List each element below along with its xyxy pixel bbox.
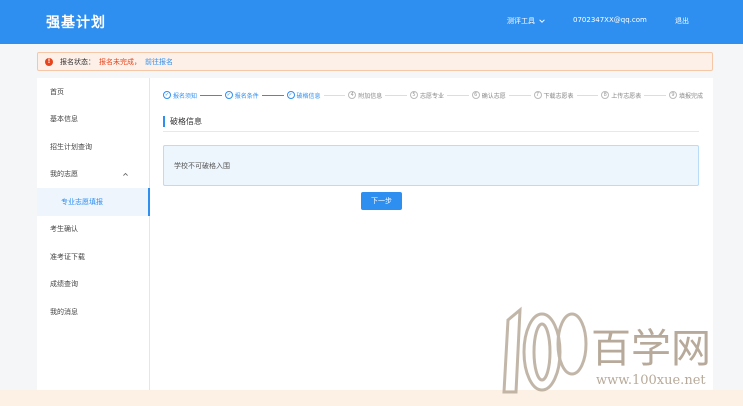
- step-connector: [447, 94, 469, 96]
- step-connector: [385, 94, 407, 96]
- step-connector: [200, 94, 222, 96]
- bottom-strip: [0, 390, 743, 406]
- registration-status-alert: ! 报名状态： 报名未完成， 前往报名: [37, 52, 713, 71]
- progress-steps: ✓ 报名须知 ✓ 报名条件 ✓ 破格信息 4 附加信息 5 志愿专业 6 确认志愿 7 下载志…: [163, 90, 703, 100]
- step-connector: [576, 94, 599, 96]
- user-email: 0702347XX@qq.com: [573, 16, 647, 24]
- logout-link[interactable]: 退出: [675, 16, 689, 26]
- step-connector: [323, 94, 346, 96]
- alert-label: 报名状态：: [60, 57, 95, 66]
- step-connector: [261, 94, 284, 96]
- sidebar-item-my-preferences[interactable]: 我的志愿: [37, 161, 149, 189]
- info-box: 学校不可破格入围: [163, 145, 699, 186]
- step-4: 4 附加信息: [348, 91, 382, 100]
- step-3: ✓ 破格信息: [286, 91, 321, 100]
- main-content: ✓ 报名须知 ✓ 报名条件 ✓ 破格信息 4 附加信息 5 志愿专业 6 确认志愿 7 下载志…: [150, 78, 713, 390]
- step-7: 7 下载志愿表: [533, 91, 574, 100]
- step-1: ✓ 报名须知: [163, 91, 198, 100]
- check-circle-icon: ✓: [163, 91, 171, 99]
- sidebar-item-scores[interactable]: 成绩查询: [37, 271, 149, 299]
- assessment-tools-label: 测评工具: [507, 17, 535, 25]
- step-8: 8 上传志愿表: [601, 91, 641, 100]
- sidebar: 首页 基本信息 招生计划查询 我的志愿 专业志愿填报 考生确认 准考证下载 成绩…: [37, 78, 150, 390]
- step-2: ✓ 报名条件: [224, 91, 259, 100]
- sidebar-item-basic-info[interactable]: 基本信息: [37, 106, 149, 134]
- watermark-url: www.100xue.net: [596, 373, 706, 388]
- section-title: 破格信息: [163, 112, 699, 132]
- sidebar-item-home[interactable]: 首页: [37, 78, 149, 106]
- top-navbar: 强基计划 测评工具 0702347XX@qq.com 退出: [0, 0, 743, 44]
- step-6: 6 确认志愿: [471, 91, 506, 100]
- sidebar-item-admission-ticket[interactable]: 准考证下载: [37, 243, 149, 271]
- chevron-down-icon: [539, 19, 545, 23]
- next-step-button[interactable]: 下一步: [361, 192, 402, 210]
- sidebar-item-messages[interactable]: 我的消息: [37, 298, 149, 326]
- check-circle-icon: ✓: [224, 91, 233, 99]
- go-register-link[interactable]: 前往报名: [145, 57, 173, 67]
- sidebar-item-enrollment-plan[interactable]: 招生计划查询: [37, 133, 149, 161]
- brand-title: 强基计划: [46, 15, 106, 31]
- step-9: 9 填报完成: [669, 91, 703, 100]
- step-5: 5 志愿专业: [410, 91, 444, 100]
- alert-icon: !: [45, 57, 53, 66]
- check-circle-icon: ✓: [286, 91, 295, 99]
- alert-status: 报名未完成，: [99, 57, 141, 66]
- step-connector: [644, 94, 666, 96]
- info-text: 学校不可破格入围: [174, 161, 230, 170]
- sidebar-item-confirm[interactable]: 考生确认: [37, 216, 149, 244]
- assessment-tools-menu[interactable]: 测评工具: [507, 16, 546, 26]
- step-connector: [508, 94, 531, 96]
- sidebar-item-major-preference[interactable]: 专业志愿填报: [37, 188, 150, 216]
- chevron-up-icon: [123, 172, 128, 176]
